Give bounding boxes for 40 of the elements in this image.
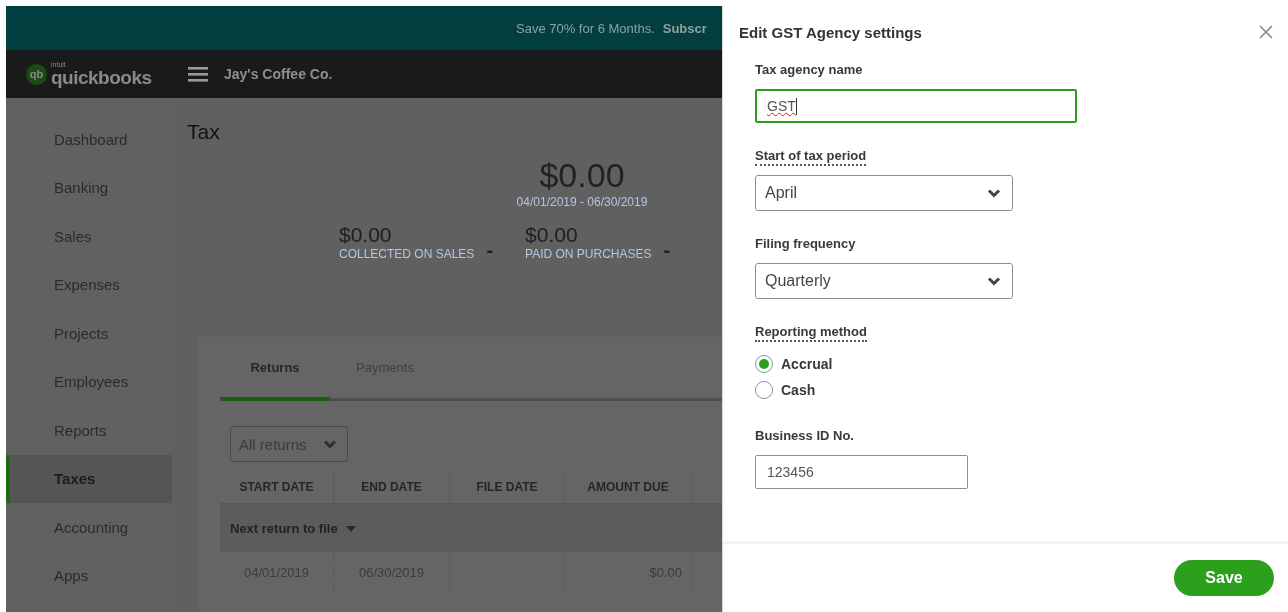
radio-label[interactable]: Accrual xyxy=(781,356,833,372)
field-label: Start of tax period xyxy=(755,148,867,166)
chevron-down-icon xyxy=(987,188,1001,198)
field-label: Tax agency name xyxy=(755,62,863,79)
promo-text: Save 70% for 6 Months. xyxy=(516,20,655,36)
group-toggle[interactable]: Next return to file xyxy=(230,521,356,536)
logo-mark: qb xyxy=(26,63,47,85)
input-field[interactable]: 123456 xyxy=(755,455,968,489)
chevron-down-icon xyxy=(987,276,1001,286)
radio-label[interactable]: Cash xyxy=(781,382,816,398)
field-label: Reporting method xyxy=(755,324,867,342)
caret-icon xyxy=(345,525,356,532)
select-dropdown[interactable]: April xyxy=(755,175,1013,211)
summary-label: PAID ON PURCHASES xyxy=(525,247,652,261)
save-button[interactable]: Save xyxy=(1174,560,1274,596)
sidebar-item[interactable]: Taxes xyxy=(6,454,172,503)
column-header: END DATE xyxy=(334,471,450,503)
select-dropdown[interactable]: Quarterly xyxy=(755,263,1013,299)
minus-sign: - xyxy=(486,239,494,261)
company-name: Jay's Coffee Co. xyxy=(224,66,333,82)
minus-sign: - xyxy=(663,239,671,261)
column-header: AMOUNT DUE xyxy=(565,471,692,503)
summary-label: COLLECTED ON SALES xyxy=(339,247,475,261)
column-header: FILE DATE xyxy=(450,471,565,503)
subscribe-link[interactable]: Subscr xyxy=(662,20,707,36)
total-amount: $0.00 xyxy=(539,155,625,195)
field-label: Filing frequency xyxy=(755,236,856,253)
panel-title: Edit GST Agency settings xyxy=(739,23,922,41)
input-field[interactable]: GST xyxy=(755,89,1077,123)
summary-amount: $0.00 xyxy=(525,223,579,247)
chevron-down-icon xyxy=(323,439,337,449)
field-label: Business ID No. xyxy=(755,428,854,445)
page-title: Tax xyxy=(187,120,221,145)
logo-name: quickbooks xyxy=(51,68,152,87)
column-header: START DATE xyxy=(220,471,334,503)
period-range: 04/01/2019 - 06/30/2019 xyxy=(516,195,648,209)
close-icon[interactable] xyxy=(1259,25,1273,39)
tab[interactable]: Returns xyxy=(220,337,330,401)
menu-icon xyxy=(188,66,208,82)
summary-amount: $0.00 xyxy=(339,223,393,247)
